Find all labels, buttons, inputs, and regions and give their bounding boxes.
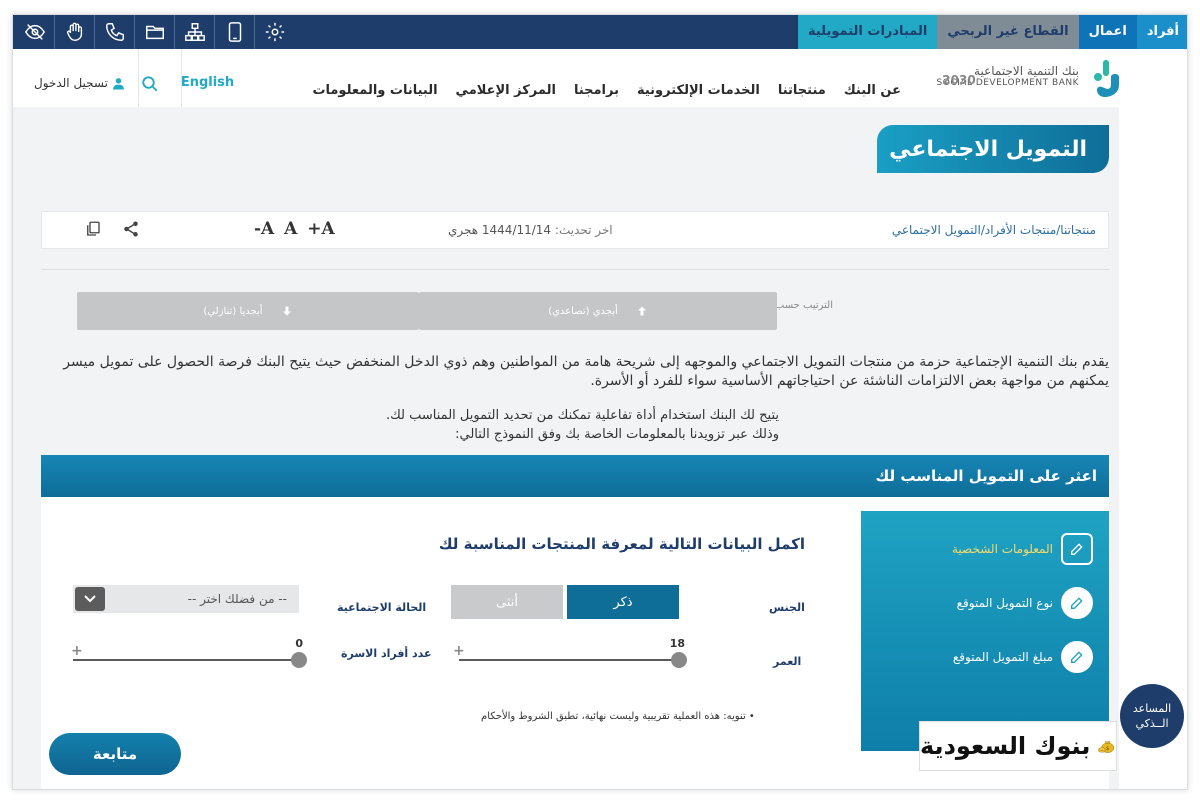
breadcrumb-bar: منتجاتنا/منتجات الأفراد/التمويل الاجتماع… [41, 211, 1109, 249]
sort-ascending-label: أبجدي (تصاعدي) [548, 305, 618, 317]
smart-assistant-button[interactable]: المساعد الــذكي [1120, 684, 1184, 748]
nav-media-center[interactable]: المركز الإعلامي [456, 83, 556, 98]
gender-male-button[interactable]: ذكر [567, 585, 679, 619]
copy-icon[interactable] [84, 220, 104, 240]
watermark: بنوك السعودية $ [919, 721, 1117, 771]
intro-paragraph: يقدم بنك التنمية الإجتماعية حزمة من منتج… [63, 354, 1109, 389]
site-header: بنك التنمية الاجتماعية SOCIAL DEVELOPMEN… [13, 49, 1187, 107]
language-switch: English [181, 49, 234, 107]
mobile-icon[interactable] [215, 15, 255, 49]
page-title: التمويل الاجتماعي [889, 136, 1087, 162]
gender-female-button[interactable]: أنثى [451, 585, 563, 619]
sign-language-icon[interactable] [55, 15, 95, 49]
watermark-text: بنوك السعودية [920, 732, 1091, 760]
age-slider[interactable]: 18 + [453, 637, 687, 669]
nav-programs[interactable]: برامجنا [574, 83, 619, 98]
nav-about[interactable]: عن البنك [844, 83, 901, 98]
family-slider-track [73, 659, 299, 661]
phone-icon[interactable] [95, 15, 135, 49]
marital-status-value: -- من فضلك اختر -- [187, 592, 287, 606]
browser-frame: أفراد اعمال القطاع غير الربحي المبادرات … [12, 14, 1188, 790]
main-nav: عن البنك منتجاتنا الخدمات الإلكترونية بر… [312, 83, 901, 98]
share-icon[interactable] [122, 220, 142, 240]
arrow-down-icon [282, 306, 291, 316]
steps-panel: المعلومات الشخصية نوع التمويل المتوقع مب… [861, 511, 1109, 751]
form-title: اكمل البيانات التالية لمعرفة المنتجات ال… [438, 535, 805, 553]
sort-descending-button[interactable]: أبجديا (تنازلي) [77, 292, 419, 330]
step-label: مبلغ التمويل المتوقع [952, 650, 1053, 664]
last-update-value: 1444/11/14 هجري [448, 223, 552, 237]
accessibility-toolbar [15, 15, 295, 49]
nav-data[interactable]: البيانات والمعلومات [312, 83, 437, 98]
last-update: اخر تحديث: 1444/11/14 هجري [448, 223, 613, 237]
font-decrease-button[interactable]: -A [254, 219, 274, 239]
family-members-slider[interactable]: 0 + [71, 637, 307, 669]
age-label: العمر [773, 655, 802, 668]
top-bar: أفراد اعمال القطاع غير الربحي المبادرات … [13, 15, 1187, 49]
assistant-line-2: الــذكي [1135, 717, 1169, 730]
segment-business[interactable]: اعمال [1078, 15, 1137, 49]
family-value: 0 [295, 637, 303, 650]
eye-slash-icon[interactable] [15, 15, 55, 49]
step-label: المعلومات الشخصية [952, 542, 1053, 556]
sort-ascending-button[interactable]: أبجدي (تصاعدي) [419, 292, 777, 330]
finder-title: اعثر على التمويل المناسب لك [875, 467, 1097, 485]
step-label: نوع التمويل المتوقع [956, 596, 1053, 610]
font-size-controls: -A A +A [252, 219, 337, 239]
plus-icon[interactable]: + [71, 643, 83, 659]
money-bag-icon: $ [1098, 741, 1115, 753]
edit-icon [1061, 587, 1093, 619]
sort-label: الترتيب حسب [774, 300, 833, 311]
vision-2030-logo: 2030 [941, 65, 977, 95]
segment-individuals[interactable]: أفراد [1136, 15, 1187, 49]
page-title-box: التمويل الاجتماعي [877, 125, 1109, 173]
nav-products[interactable]: منتجاتنا [778, 83, 826, 98]
assistant-line-1: المساعد [1132, 702, 1172, 715]
age-slider-thumb[interactable] [671, 652, 687, 668]
step-financing-type[interactable]: نوع التمويل المتوقع [957, 587, 1093, 619]
age-value: 18 [669, 637, 685, 650]
nav-eservices[interactable]: الخدمات الإلكترونية [637, 83, 760, 98]
intro-line-2: وذلك عبر تزويدنا بالمعلومات الخاصة بك وف… [455, 427, 779, 442]
family-slider-thumb[interactable] [291, 652, 307, 668]
continue-button[interactable]: متابعة [49, 733, 181, 775]
edit-icon [1061, 533, 1093, 565]
sitemap-icon[interactable] [175, 15, 215, 49]
segment-nonprofit[interactable]: القطاع غير الربحي [937, 15, 1079, 49]
marital-status-label: الحالة الاجتماعية [337, 601, 427, 614]
marital-status-select[interactable]: -- من فضلك اختر -- [73, 585, 299, 613]
intro-line-1: يتيح لك البنك استخدام أداة تفاعلية تمكنك… [385, 408, 779, 423]
age-slider-track [459, 659, 679, 661]
intro-secondary: يتيح لك البنك استخدام أداة تفاعلية تمكنك… [279, 406, 779, 444]
user-icon [113, 77, 124, 89]
vision-year: 2030 [942, 73, 976, 87]
sort-descending-label: أبجديا (تنازلي) [203, 305, 263, 317]
folder-icon[interactable] [135, 15, 175, 49]
family-members-label: عدد أفراد الاسرة [341, 647, 432, 660]
step-personal-info[interactable]: المعلومات الشخصية [952, 533, 1093, 565]
login-button[interactable]: تسجيل الدخول [21, 49, 139, 107]
edit-icon [1061, 641, 1093, 673]
search-icon[interactable] [141, 75, 165, 99]
breadcrumb[interactable]: منتجاتنا/منتجات الأفراد/التمويل الاجتماع… [892, 223, 1096, 237]
finder-header: اعثر على التمويل المناسب لك [41, 455, 1109, 497]
plus-icon[interactable]: + [453, 643, 465, 659]
divider [41, 269, 1109, 270]
disclaimer-note: • تنويه: هذه العملية تقريبية وليست نهائي… [481, 711, 755, 722]
language-link[interactable]: English [181, 75, 234, 90]
gender-label: الجنس [769, 601, 805, 614]
font-increase-button[interactable]: +A [307, 219, 334, 239]
page-content: التمويل الاجتماعي منتجاتنا/منتجات الأفرا… [13, 107, 1119, 789]
step-financing-amount[interactable]: مبلغ التمويل المتوقع [953, 641, 1093, 673]
svg-text:$: $ [1106, 746, 1109, 752]
last-update-label: اخر تحديث: [554, 223, 613, 237]
login-label: تسجيل الدخول [34, 76, 108, 90]
logo-mark-icon [1089, 55, 1127, 99]
segment-tabs: أفراد اعمال القطاع غير الربحي المبادرات … [797, 15, 1187, 49]
settings-icon[interactable] [255, 15, 295, 49]
font-reset-button[interactable]: A [284, 219, 297, 239]
chevron-down-icon [75, 587, 105, 611]
arrow-up-icon [637, 306, 646, 316]
segment-initiatives[interactable]: المبادرات التمويلية [797, 15, 938, 49]
